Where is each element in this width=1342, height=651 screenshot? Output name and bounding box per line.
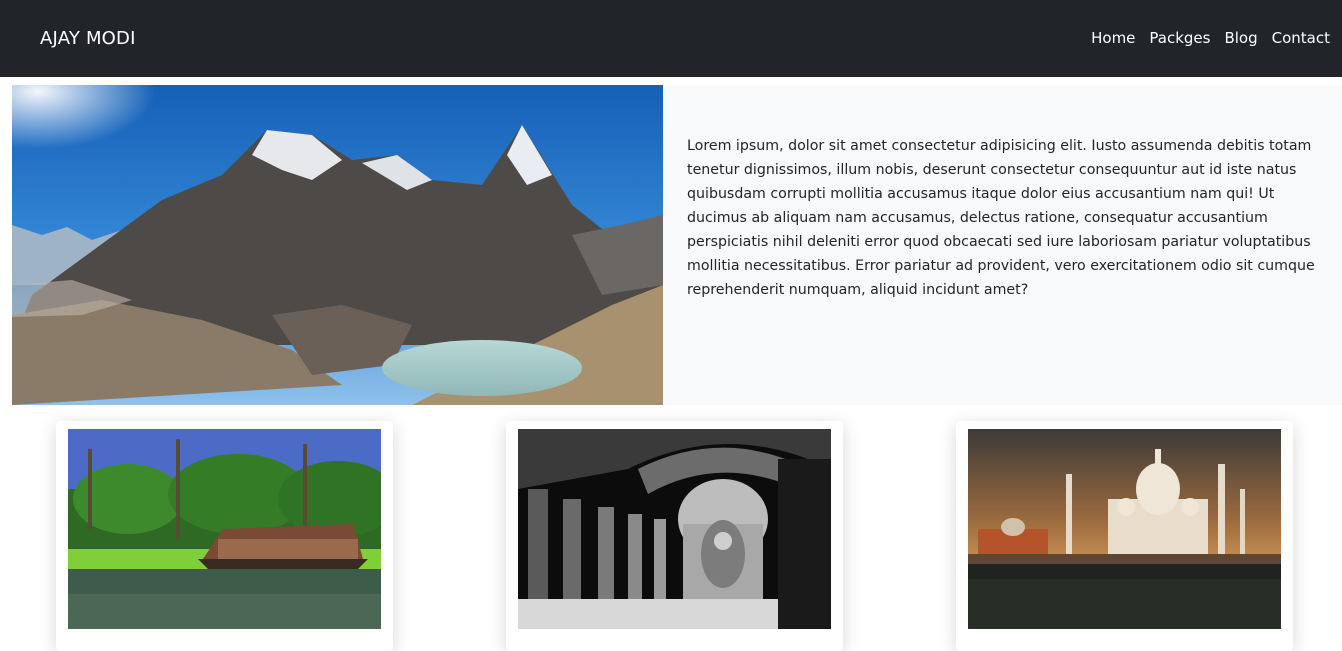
- hero-mountain-image: [12, 85, 663, 405]
- kerala-houseboat-image: [68, 429, 381, 629]
- nav-link-blog[interactable]: Blog: [1224, 28, 1257, 48]
- package-card-kerala[interactable]: [56, 421, 393, 651]
- brand-logo[interactable]: AJAY MODI: [40, 27, 136, 51]
- package-card-taj[interactable]: [956, 421, 1293, 651]
- nav-link-home[interactable]: Home: [1091, 28, 1135, 48]
- hero-section: Lorem ipsum, dolor sit amet consectetur …: [12, 85, 1342, 405]
- taj-mahal-image: [968, 429, 1281, 629]
- navbar: AJAY MODI Home Packges Blog Contact: [0, 0, 1342, 77]
- nav-link-contact[interactable]: Contact: [1272, 28, 1330, 48]
- hero-description: Lorem ipsum, dolor sit amet consectetur …: [687, 138, 1315, 298]
- nav-links: Home Packges Blog Contact: [1091, 28, 1330, 48]
- nav-link-packages[interactable]: Packges: [1149, 28, 1210, 48]
- package-card-caves[interactable]: [506, 421, 843, 651]
- cave-temple-buddha-image: [518, 429, 831, 629]
